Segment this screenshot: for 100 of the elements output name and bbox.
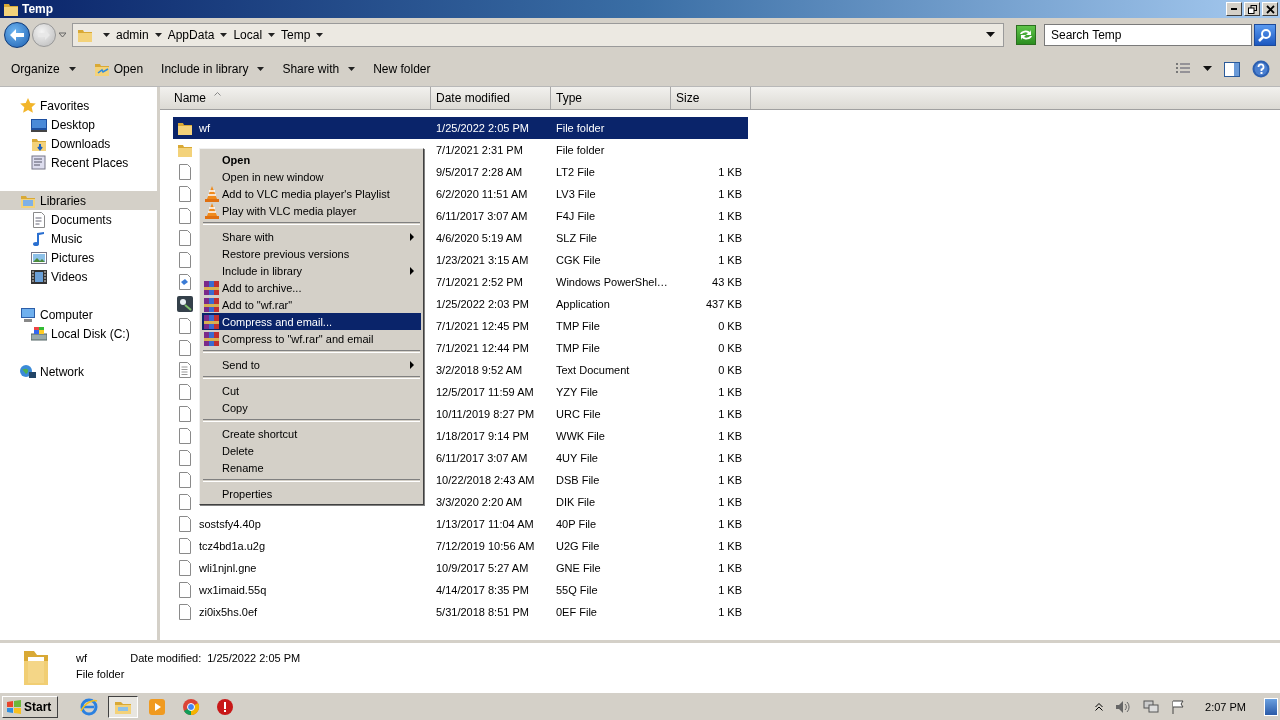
folder-icon	[177, 120, 193, 136]
menu-item[interactable]: Copy	[202, 399, 421, 416]
size-cell: 1 KB	[718, 452, 742, 464]
windows-logo-icon	[6, 699, 22, 714]
nav-item[interactable]: Libraries	[0, 191, 157, 210]
menu-item[interactable]: Open in new window	[202, 168, 421, 185]
caret-icon[interactable]	[220, 32, 228, 38]
nav-item[interactable]: Downloads	[0, 134, 157, 153]
file-icon	[177, 406, 193, 422]
menu-button[interactable]: Share with	[273, 56, 365, 82]
type-cell-text: SLZ File	[555, 232, 598, 244]
breadcrumb[interactable]: Temp	[281, 28, 311, 42]
menu-item[interactable]: Compress to "wf.rar" and email	[202, 330, 421, 347]
date-cell-text: 1/23/2021 3:15 AM	[435, 254, 530, 266]
minimize-button[interactable]	[1226, 2, 1242, 16]
nav-item[interactable]: Network	[0, 362, 157, 381]
field-label: Date modified:	[130, 652, 202, 664]
menu-item[interactable]: Cut	[202, 382, 421, 399]
size-cell: 1 KB	[718, 518, 742, 530]
file-name[interactable]: zi0ix5hs.0ef	[199, 606, 258, 618]
back-button[interactable]	[4, 22, 30, 48]
column-header[interactable]: Name	[160, 87, 431, 109]
network-status-icon[interactable]	[1143, 699, 1160, 714]
toolbar-button[interactable]: Open	[84, 56, 153, 82]
clock[interactable]: 2:07 PM	[1205, 700, 1246, 713]
menu-item[interactable]: Send to	[202, 356, 421, 373]
pictures-icon	[31, 249, 47, 266]
date-cell-text: 6/11/2017 3:07 AM	[435, 452, 529, 464]
nav-item[interactable]: Documents	[0, 210, 157, 229]
selected-file-row[interactable]: wf 1/25/2022 2:05 PM File folder	[173, 117, 748, 139]
menu-button[interactable]: Include in library	[152, 56, 274, 82]
menu-item[interactable]: Compress and email...	[202, 313, 421, 330]
nav-item[interactable]: Favorites	[0, 96, 157, 115]
restore-button[interactable]	[1244, 2, 1260, 16]
caret-icon[interactable]	[154, 32, 162, 38]
date-cell-text: 7/1/2021 2:52 PM	[435, 276, 524, 288]
nav-item[interactable]: Pictures	[0, 248, 157, 267]
nav-item[interactable]: Music	[0, 229, 157, 248]
menu-item[interactable]: Share with	[202, 228, 421, 245]
nav-item[interactable]: Videos	[0, 267, 157, 286]
type-cell-text: TMP File	[555, 342, 601, 354]
chrome-browser-icon	[182, 697, 201, 716]
toolbar-button[interactable]: New folder	[364, 56, 440, 82]
menu-item[interactable]: Create shortcut	[202, 425, 421, 442]
menu-item[interactable]: Add to "wf.rar"	[202, 296, 421, 313]
caret-icon[interactable]	[103, 32, 110, 38]
nav-item[interactable]: Recent Places	[0, 153, 157, 172]
file-name[interactable]: sostsfy4.40p	[199, 518, 261, 530]
file-icon	[177, 252, 193, 268]
menu-item[interactable]: Delete	[202, 442, 421, 459]
address-bar[interactable]: admin AppData Local Temp	[72, 23, 1004, 47]
breadcrumb[interactable]: Local	[233, 28, 263, 42]
file-icon	[177, 428, 193, 444]
folder-icon	[3, 1, 19, 17]
taskbar-button[interactable]	[108, 695, 139, 718]
breadcrumb[interactable]: admin	[116, 28, 149, 42]
menu-item[interactable]: Play with VLC media player	[202, 202, 421, 219]
local-disk-icon	[31, 325, 47, 342]
speaker-icon[interactable]	[1115, 699, 1132, 714]
close-button[interactable]	[1262, 2, 1278, 16]
nav-item[interactable]: Desktop	[0, 115, 157, 134]
caret-icon[interactable]	[316, 32, 324, 38]
date-cell-text: 10/9/2017 5:27 AM	[435, 562, 530, 574]
search-button[interactable]	[1254, 24, 1276, 46]
show-hidden-icons-icon[interactable]	[1095, 702, 1104, 711]
refresh-button[interactable]	[1016, 25, 1036, 45]
column-header[interactable]: Size	[671, 87, 751, 109]
search-field[interactable]: Search Temp	[1044, 24, 1252, 46]
nav-item[interactable]: Local Disk (C:)	[0, 324, 157, 343]
menu-item[interactable]: Restore previous versions	[202, 245, 421, 262]
menu-button[interactable]: Organize	[2, 56, 85, 82]
file-name[interactable]: tcz4bd1a.u2g	[199, 540, 266, 552]
menu-item[interactable]: Add to VLC media player's Playlist	[202, 185, 421, 202]
menu-item[interactable]: Add to archive...	[202, 279, 421, 296]
file-icon	[177, 472, 193, 488]
caret-icon[interactable]	[986, 32, 995, 38]
menu-item[interactable]: Rename	[202, 459, 421, 476]
type-cell-text: 4UY File	[555, 452, 599, 464]
flag-icon[interactable]	[1171, 699, 1186, 714]
file-name[interactable]: wli1njnl.gne	[199, 562, 257, 574]
archive-books-icon	[204, 296, 220, 313]
file-name[interactable]: wf	[199, 122, 210, 134]
column-header[interactable]: Date modified	[431, 87, 551, 109]
recent-pages-caret-icon[interactable]	[59, 32, 66, 38]
start-button[interactable]: Start	[2, 695, 59, 718]
type-cell-text: GNE File	[555, 562, 602, 574]
minimize-icon	[1231, 8, 1237, 10]
column-header[interactable]: Type	[551, 87, 671, 109]
caret-icon[interactable]	[268, 32, 276, 38]
show-desktop-button[interactable]	[1264, 697, 1278, 716]
menu-item[interactable]: Include in library	[202, 262, 421, 279]
breadcrumb[interactable]: AppData	[167, 28, 215, 42]
file-icon	[177, 560, 193, 576]
date-cell-text: 6/11/2017 3:07 AM	[435, 210, 529, 222]
menu-item[interactable]: Open	[202, 151, 421, 168]
nav-item[interactable]: Computer	[0, 305, 157, 324]
file-icon	[177, 340, 193, 356]
menu-item[interactable]: Properties	[202, 485, 421, 502]
file-name[interactable]: wx1imaid.55q	[199, 584, 267, 596]
size-cell: 437 KB	[705, 298, 742, 310]
